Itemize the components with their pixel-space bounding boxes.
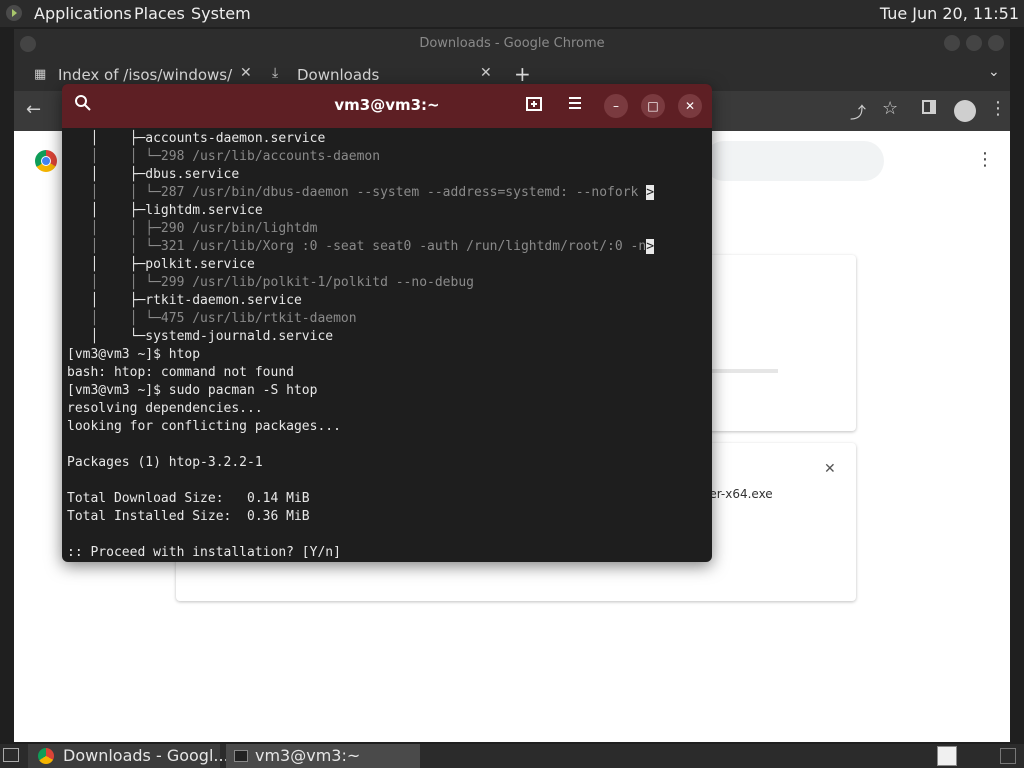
profile-avatar[interactable]: [954, 100, 976, 122]
terminal-line: Total Installed Size: 0.36 MiB: [67, 508, 707, 526]
terminal-line-text: :: Proceed with installation? [Y/n]: [67, 545, 341, 560]
new-tab-icon[interactable]: [526, 96, 544, 116]
terminal-line-text: │ ├─lightdm.service: [67, 203, 263, 218]
download-filename[interactable]: ler-x64.exe: [706, 487, 773, 501]
terminal-line: looking for conflicting packages...: [67, 418, 707, 436]
downloads-search-bar[interactable]: [704, 141, 884, 181]
maximize-icon[interactable]: □: [641, 94, 665, 118]
chrome-logo-icon: [38, 748, 54, 764]
workspace-switcher[interactable]: [1000, 748, 1016, 764]
terminal-window: vm3@vm3:~ – □ ✕ │ ├─accounts-daemon.serv…: [62, 84, 712, 562]
page-favicon-icon: ▦: [34, 67, 47, 82]
taskbar-item-label: Downloads - Googl...: [63, 746, 229, 765]
chrome-logo-icon: [35, 150, 57, 172]
downloads-menu-icon[interactable]: ⋮: [976, 149, 994, 170]
terminal-line: Packages (1) htop-3.2.2-1: [67, 454, 707, 472]
terminal-line: │ │ ├─290 /usr/bin/lightdm: [67, 220, 707, 238]
taskbar-item-terminal[interactable]: vm3@vm3:~: [226, 744, 420, 768]
tab-close-icon[interactable]: ✕: [240, 65, 252, 81]
terminal-line-text: │ ├─dbus.service: [67, 167, 240, 182]
terminal-line-text: │ ├─rtkit-daemon.service: [67, 293, 302, 308]
side-panel-icon[interactable]: [922, 100, 936, 114]
terminal-line-text: │ │ ├─290 /usr/bin/lightdm: [67, 221, 318, 236]
truncation-marker: >: [646, 239, 655, 254]
terminal-line: │ ├─dbus.service: [67, 166, 707, 184]
system-menu[interactable]: System: [191, 4, 251, 23]
terminal-line-text: [vm3@vm3 ~]$ sudo pacman -S htop: [67, 383, 318, 398]
distro-logo-icon[interactable]: [6, 5, 22, 21]
terminal-line: Total Download Size: 0.14 MiB: [67, 490, 707, 508]
more-options-icon[interactable]: ⋮: [989, 98, 1007, 119]
terminal-line: [vm3@vm3 ~]$ sudo pacman -S htop: [67, 382, 707, 400]
terminal-line-text: │ │ └─321 /usr/lib/Xorg :0 -seat seat0 -…: [67, 239, 647, 254]
remove-download-icon[interactable]: ✕: [824, 461, 836, 477]
show-desktop-icon[interactable]: [3, 748, 19, 762]
places-menu[interactable]: Places: [134, 4, 185, 23]
terminal-line: │ └─systemd-journald.service: [67, 328, 707, 346]
back-icon[interactable]: ←: [26, 99, 41, 120]
terminal-line: │ ├─accounts-daemon.service: [67, 130, 707, 148]
terminal-line-text: │ ├─polkit.service: [67, 257, 255, 272]
tab-label: Downloads: [297, 66, 380, 84]
tab-label: Index of /isos/windows/: [58, 66, 233, 84]
close-icon[interactable]: ✕: [678, 94, 702, 118]
terminal-line: │ │ └─321 /usr/lib/Xorg :0 -seat seat0 -…: [67, 238, 707, 256]
terminal-line: │ ├─lightdm.service: [67, 202, 707, 220]
terminal-line: │ ├─polkit.service: [67, 256, 707, 274]
share-icon[interactable]: ⤴: [850, 99, 866, 123]
terminal-line: resolving dependencies...: [67, 400, 707, 418]
progress-placeholder: [708, 369, 778, 373]
terminal-line-text: Total Download Size: 0.14 MiB: [67, 491, 310, 506]
terminal-line: bash: htop: command not found: [67, 364, 707, 382]
terminal-line-text: │ └─systemd-journald.service: [67, 329, 334, 344]
tab-close-icon[interactable]: ✕: [480, 65, 492, 81]
chrome-minimize-icon[interactable]: [944, 35, 960, 51]
hamburger-menu-icon[interactable]: [568, 96, 582, 114]
chrome-maximize-icon[interactable]: [966, 35, 982, 51]
chrome-close-icon[interactable]: [988, 35, 1004, 51]
terminal-line-text: │ │ └─298 /usr/lib/accounts-daemon: [67, 149, 381, 164]
new-tab-icon[interactable]: +: [514, 62, 531, 86]
top-panel: Applications Places System Tue Jun 20, 1…: [0, 0, 1024, 27]
taskbar-item-chrome[interactable]: Downloads - Googl...: [28, 744, 229, 768]
terminal-line-text: │ │ └─475 /usr/lib/rtkit-daemon: [67, 311, 357, 326]
taskbar-item-label: vm3@vm3:~: [255, 746, 361, 765]
terminal-line-text: │ │ └─299 /usr/lib/polkit-1/polkitd --no…: [67, 275, 474, 290]
terminal-line-text: [vm3@vm3 ~]$ htop: [67, 347, 201, 362]
terminal-line-text: looking for conflicting packages...: [67, 419, 341, 434]
terminal-line-text: │ │ └─287 /usr/bin/dbus-daemon --system …: [67, 185, 647, 200]
terminal-line-text: │ ├─accounts-daemon.service: [67, 131, 326, 146]
tab-search-icon[interactable]: ⌄: [988, 64, 1000, 80]
minimize-icon[interactable]: –: [604, 94, 628, 118]
terminal-app-icon: [234, 750, 248, 762]
terminal-output[interactable]: │ ├─accounts-daemon.service │ │ └─298 /u…: [67, 130, 707, 560]
terminal-line-text: bash: htop: command not found: [67, 365, 294, 380]
terminal-line-text: resolving dependencies...: [67, 401, 263, 416]
terminal-line: │ │ └─298 /usr/lib/accounts-daemon: [67, 148, 707, 166]
terminal-line-text: Packages (1) htop-3.2.2-1: [67, 455, 263, 470]
chrome-window-title: Downloads - Google Chrome: [419, 36, 605, 51]
terminal-headerbar[interactable]: vm3@vm3:~ – □ ✕: [62, 84, 712, 128]
terminal-line: │ │ └─299 /usr/lib/polkit-1/polkitd --no…: [67, 274, 707, 292]
taskbar: Downloads - Googl... vm3@vm3:~: [0, 744, 1024, 768]
terminal-line: :: Proceed with installation? [Y/n]: [67, 544, 707, 562]
truncation-marker: >: [646, 185, 655, 200]
terminal-line: │ ├─rtkit-daemon.service: [67, 292, 707, 310]
clock[interactable]: Tue Jun 20, 11:51: [880, 4, 1019, 23]
terminal-line: │ │ └─287 /usr/bin/dbus-daemon --system …: [67, 184, 707, 202]
applications-menu[interactable]: Applications: [34, 4, 132, 23]
notes-applet-icon[interactable]: [937, 746, 957, 766]
terminal-line: [vm3@vm3 ~]$ htop: [67, 346, 707, 364]
chrome-titlebar[interactable]: Downloads - Google Chrome: [14, 29, 1010, 59]
terminal-line-text: Total Installed Size: 0.36 MiB: [67, 509, 310, 524]
terminal-line: │ │ └─475 /usr/lib/rtkit-daemon: [67, 310, 707, 328]
download-icon: ⤓: [272, 65, 279, 81]
bookmark-star-icon[interactable]: ☆: [882, 98, 898, 119]
